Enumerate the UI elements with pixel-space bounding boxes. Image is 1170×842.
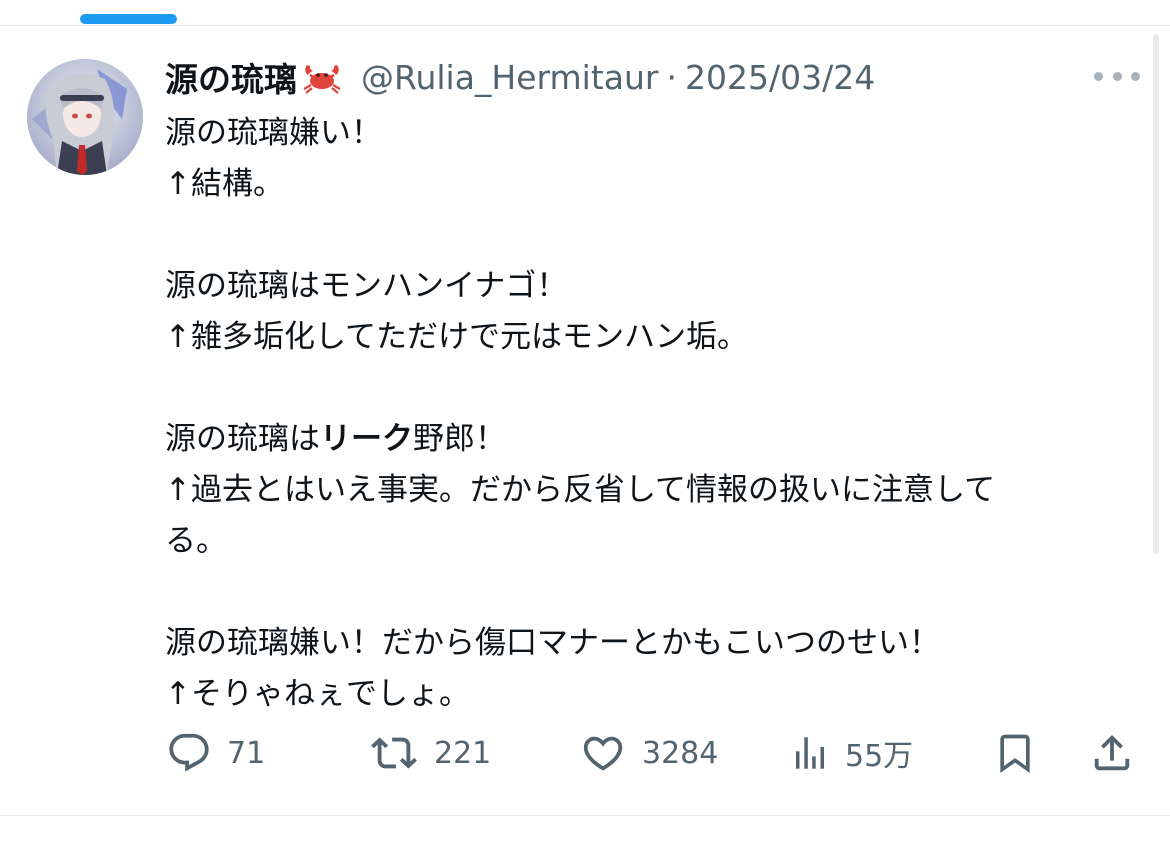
reply-count: 71	[227, 735, 266, 771]
tweet-text: 源の琉璃嫌い！ ↑結構。 源の琉璃はモンハンイナゴ！ ↑雑多垢化してただけで元は…	[165, 108, 1150, 720]
text-line: ↑雑多垢化してただけで元はモンハン垢。	[165, 319, 749, 355]
bookmark-button[interactable]	[993, 726, 1037, 780]
repost-count: 221	[434, 735, 492, 771]
header-separator: ·	[666, 57, 677, 97]
text-line: 源の琉璃嫌い！だから傷口マナーとかもこいつのせい！	[165, 625, 940, 661]
text-line: 源の琉璃はリーク野郎！	[165, 414, 1150, 465]
tweet-header: 源の琉璃 @Rulia_Hermitaur · 2025/03/24	[165, 54, 875, 100]
repost-icon	[371, 737, 417, 769]
text-line: 源の琉璃嫌い！	[165, 115, 382, 151]
views-count: 55万	[845, 739, 914, 774]
reply-icon	[169, 733, 209, 772]
reply-button[interactable]: 71	[165, 726, 265, 780]
share-button[interactable]	[1089, 726, 1135, 780]
share-icon	[1094, 734, 1130, 771]
text-line: 源の琉璃はモンハンイナゴ！	[165, 268, 568, 304]
text-line: ↑そりゃねぇでしょ。	[165, 676, 470, 712]
text-line: る。	[165, 523, 227, 559]
top-divider	[0, 25, 1170, 26]
text-bold-segment: リーク	[320, 421, 413, 457]
user-handle[interactable]: @Rulia_Hermitaur	[361, 58, 658, 97]
text-segment: 野郎！	[413, 421, 506, 457]
active-tab-indicator	[80, 14, 177, 24]
tweet-date[interactable]: 2025/03/24	[685, 58, 875, 97]
views-button[interactable]: 55万	[789, 726, 913, 780]
display-name[interactable]: 源の琉璃	[165, 53, 297, 101]
avatar[interactable]	[27, 59, 143, 175]
action-bar: 71 221 3284 55万	[165, 726, 1140, 780]
views-chart-icon	[796, 737, 824, 769]
repost-button[interactable]: 221	[368, 726, 491, 780]
like-button[interactable]: 3284	[578, 726, 718, 780]
more-options-icon[interactable]	[1094, 66, 1140, 86]
heart-icon	[583, 736, 623, 771]
bookmark-icon	[1000, 734, 1030, 774]
like-count: 3284	[642, 735, 719, 771]
bottom-divider	[0, 815, 1170, 816]
scrollbar[interactable]	[1153, 34, 1159, 554]
crab-icon	[301, 59, 343, 95]
text-line: ↑過去とはいえ事実。だから反省して情報の扱いに注意して	[165, 472, 996, 508]
text-segment: 源の琉璃は	[165, 421, 320, 457]
avatar-image	[27, 59, 143, 175]
text-line: ↑結構。	[165, 166, 284, 202]
